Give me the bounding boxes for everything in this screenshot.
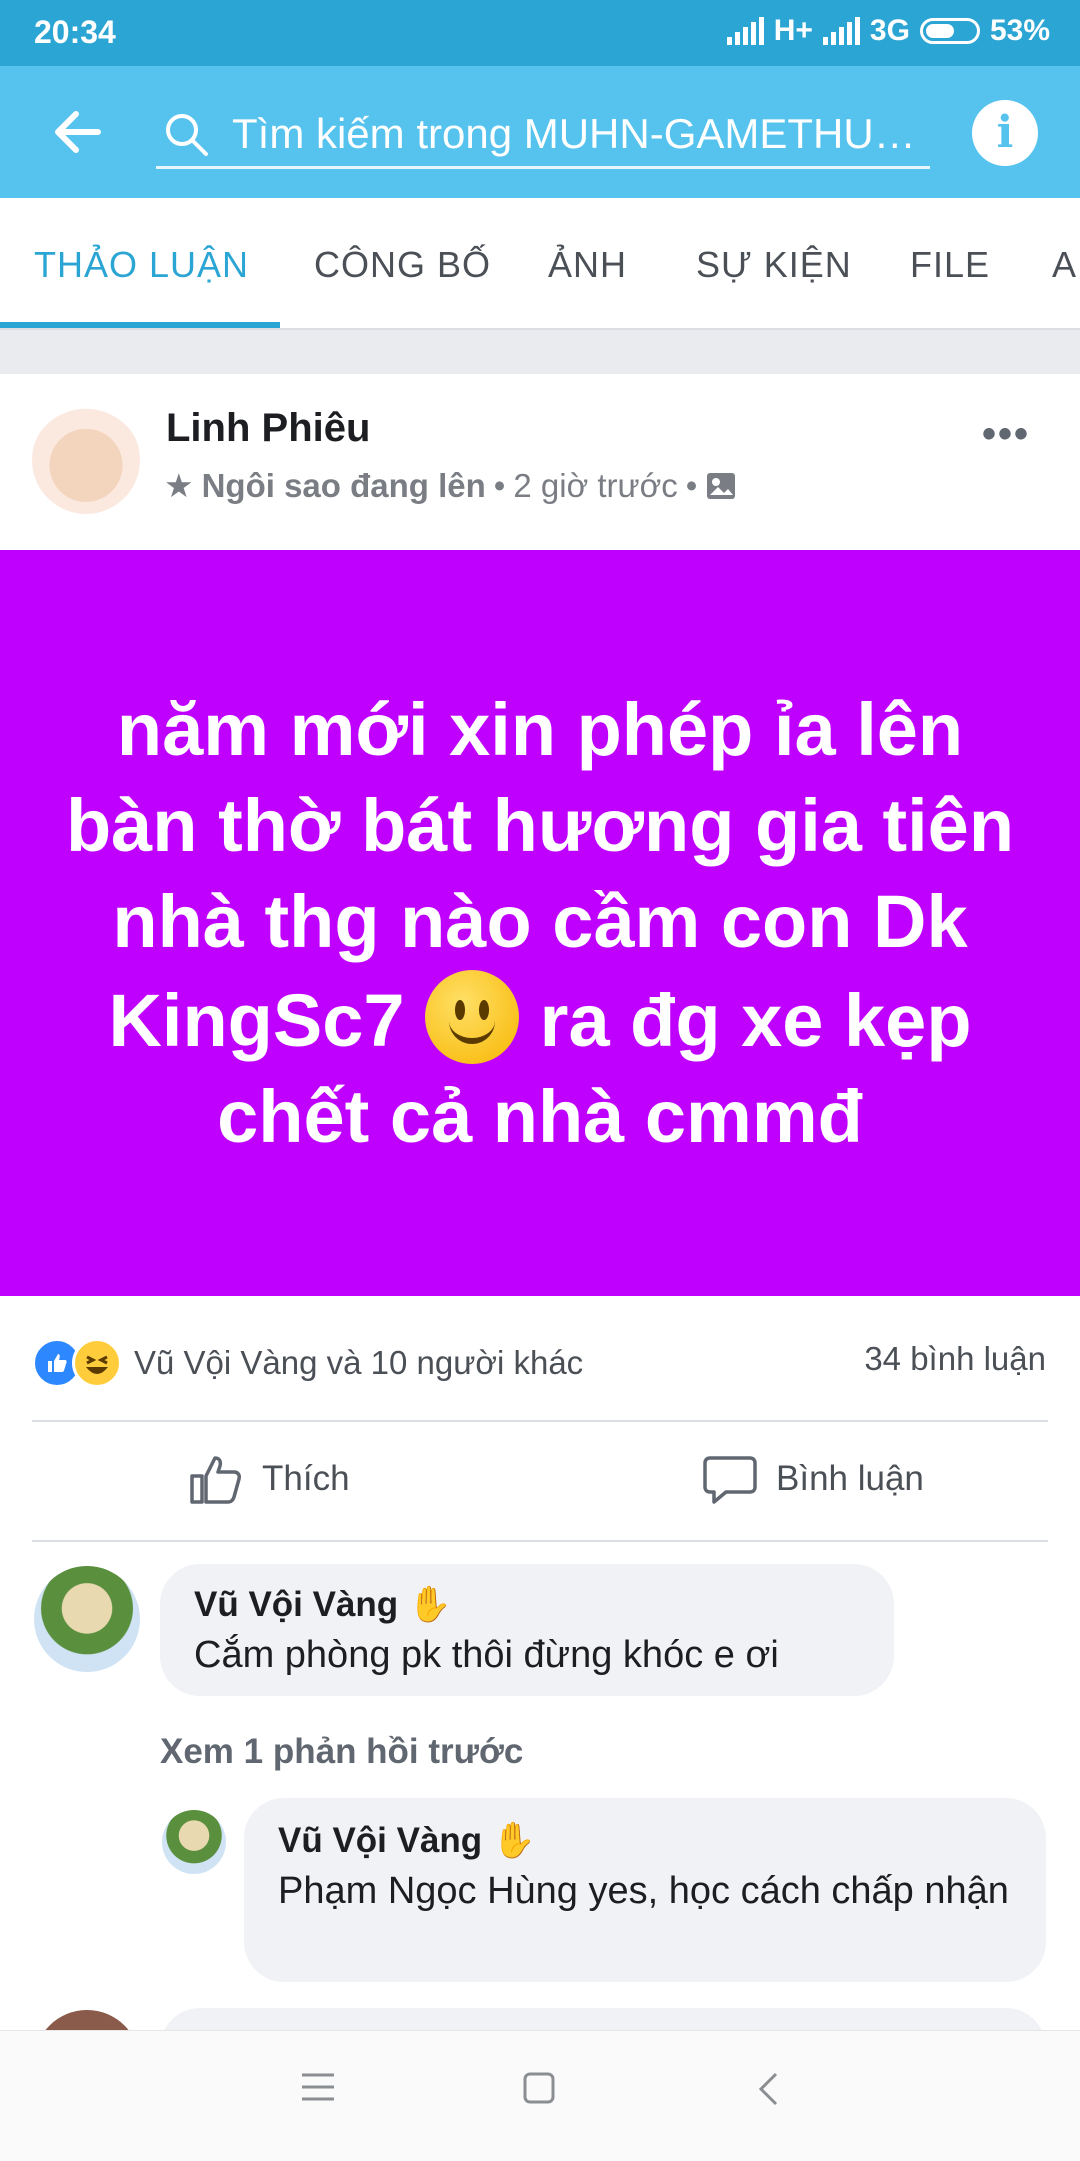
commenter-avatar[interactable] — [34, 1566, 140, 1672]
back-arrow-icon[interactable] — [52, 110, 102, 154]
search-icon — [166, 114, 208, 156]
author-badge: Ngôi sao đang lên — [201, 466, 486, 504]
reply-text: Phạm Ngọc Hùng yes, học cách chấp nhận — [278, 1870, 1009, 1912]
comment-count[interactable]: 34 bình luận — [864, 1340, 1046, 1378]
tab-discussion[interactable]: THẢO LUẬN — [34, 244, 249, 286]
like-label: Thích — [262, 1459, 350, 1498]
comment-text: Cắm phòng pk thôi đừng khóc e ơi — [194, 1634, 779, 1676]
group-search-input[interactable]: Tìm kiếm trong MUHN-GAMETHU… — [156, 102, 930, 169]
reply-avatar[interactable] — [162, 1810, 226, 1874]
more-options-icon[interactable]: ••• — [982, 412, 1030, 457]
post-meta: ★ Ngôi sao đang lên • 2 giờ trước • — [164, 466, 737, 505]
post-text-background: năm mới xin phép ỉa lên bàn thờ bát hươn… — [0, 550, 1080, 1296]
post-time[interactable]: 2 giờ trước — [513, 467, 677, 505]
app-bar: Tìm kiếm trong MUHN-GAMETHU… i — [0, 66, 1080, 198]
like-button[interactable]: Thích — [188, 1452, 350, 1506]
battery-icon — [919, 18, 980, 44]
menu-icon[interactable] — [300, 2071, 336, 2103]
view-previous-replies-link[interactable]: Xem 1 phản hồi trước — [160, 1732, 523, 1772]
reactions-names: Vũ Vội Vàng và 10 người khác — [134, 1344, 584, 1381]
status-icons: H+ 3G 53% — [726, 14, 1050, 48]
comment-label: Bình luận — [776, 1459, 924, 1498]
hand-wave-icon: ✋ — [491, 1821, 536, 1860]
meta-separator: • — [685, 466, 698, 504]
smiley-emoji-icon — [425, 969, 520, 1064]
hand-wave-icon: ✋ — [407, 1585, 452, 1624]
status-bar: 20:34 H+ 3G 53% — [0, 0, 1080, 66]
network-type-1: H+ — [773, 14, 813, 47]
comment-bubble: Vũ Vội Vàng ✋ Cắm phòng pk thôi đừng khó… — [160, 1564, 894, 1696]
group-tabs: THẢO LUẬN CÔNG BỐ ẢNH SỰ KIỆN FILE A — [0, 198, 1080, 330]
haha-reaction-icon — [72, 1338, 122, 1388]
thumbs-up-icon — [190, 1456, 241, 1504]
post-text: năm mới xin phép ỉa lên bàn thờ bát hươn… — [50, 682, 1030, 1165]
comment-button[interactable]: Bình luận — [702, 1452, 924, 1506]
divider — [32, 1540, 1048, 1542]
post-header: Linh Phiêu ★ Ngôi sao đang lên • 2 giờ t… — [0, 374, 1080, 550]
feed-separator — [0, 330, 1080, 374]
home-square-icon[interactable] — [522, 2071, 556, 2105]
reply-author-name[interactable]: Vũ Vội Vàng ✋ — [278, 1820, 536, 1861]
group-audience-icon — [707, 472, 736, 499]
signal-icon — [726, 17, 764, 45]
post-actions: Thích Bình luận — [0, 1420, 1080, 1540]
tab-photos[interactable]: ẢNH — [548, 244, 627, 286]
meta-separator: • — [493, 466, 506, 504]
active-tab-indicator — [0, 322, 280, 328]
tab-events[interactable]: SỰ KIỆN — [696, 244, 852, 286]
tab-more[interactable]: A — [1052, 244, 1077, 286]
post-author[interactable]: Linh Phiêu — [166, 406, 370, 451]
info-icon[interactable]: i — [972, 100, 1038, 166]
network-type-2: 3G — [869, 14, 910, 47]
status-time: 20:34 — [34, 14, 116, 50]
comment-bubble-icon — [703, 1456, 757, 1504]
search-placeholder: Tìm kiếm trong MUHN-GAMETHU… — [232, 110, 916, 157]
reactions-row: Vũ Vội Vàng và 10 người khác 34 bình luậ… — [0, 1296, 1080, 1420]
tab-files[interactable]: FILE — [910, 244, 990, 286]
reactions-summary[interactable]: Vũ Vội Vàng và 10 người khác — [32, 1338, 583, 1388]
tab-announcements[interactable]: CÔNG BỐ — [314, 244, 491, 286]
signal-icon-2 — [822, 17, 860, 45]
commenter-name[interactable]: Vũ Vội Vàng ✋ — [194, 1584, 452, 1625]
reply-bubble: Vũ Vội Vàng ✋ Phạm Ngọc Hùng yes, học cá… — [244, 1798, 1046, 1982]
back-chevron-icon[interactable] — [756, 2071, 780, 2107]
rising-star-icon: ★ — [164, 467, 194, 504]
battery-level: 53% — [989, 14, 1050, 47]
author-avatar[interactable] — [32, 406, 140, 514]
system-nav-bar — [0, 2030, 1080, 2161]
